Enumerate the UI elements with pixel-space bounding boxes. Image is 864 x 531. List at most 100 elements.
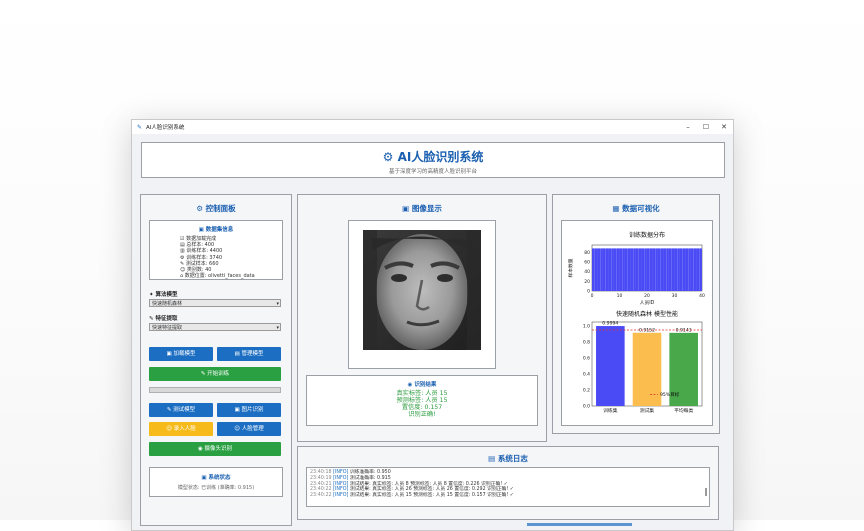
window-title: AI人脸识别系统 <box>146 125 185 131</box>
face-management-button[interactable]: ☺ 人脸管理 <box>217 422 281 436</box>
log-box[interactable]: 23:40:18 [INFO] 训练准确率: 0.950 23:40:19 [I… <box>306 467 710 507</box>
load-model-button[interactable]: ▣ 加载模型 <box>149 347 213 361</box>
chart1-bar <box>594 248 598 291</box>
chart1-ylabel: 样本数量 <box>567 258 574 277</box>
chart1-bar <box>614 248 617 291</box>
chart1-xtick: 20 <box>644 293 650 299</box>
image-frame <box>348 220 496 369</box>
chart1-bar <box>669 248 672 291</box>
chart2-ytick: 0.6 <box>583 356 590 362</box>
chart2-ytick: 1.0 <box>583 324 590 330</box>
chart1-bar <box>630 248 634 291</box>
chart1-bar <box>633 248 636 291</box>
chart-frame: 训练数据分布 0 10 20 30 40 0 20 40 60 80 人员ID 样本数量 快速随机森林 模… <box>561 220 713 426</box>
chart1-bar <box>658 248 661 291</box>
chart2-xtick: 平均每类 <box>674 407 693 414</box>
result-title: 识别结果 <box>414 382 437 388</box>
chart2-xtick: 测试集 <box>640 407 655 414</box>
chart2-value-label: 0.9994 <box>602 321 618 327</box>
chart1-bar <box>592 248 595 291</box>
result-verdict: 识别正确! <box>408 411 436 418</box>
close-button[interactable]: ✕ <box>715 120 733 134</box>
chart1-ytick: 40 <box>584 269 590 275</box>
chart1-xtick: 0 <box>591 293 594 299</box>
chart1-bar <box>644 248 647 291</box>
image-recognition-button[interactable]: ▣ 图片识别 <box>217 403 281 417</box>
chart1-bar <box>682 248 686 291</box>
chart2-value-label: 0.9143 <box>676 327 692 333</box>
image-panel-title: 图像显示 <box>411 204 442 213</box>
algorithm-select[interactable]: 快速随机森林 ▾ <box>149 299 281 307</box>
chart1-bar <box>636 248 639 291</box>
chart2-ytick: 0.4 <box>583 372 590 378</box>
chart1-bar <box>699 248 702 291</box>
image-icon: ▣ <box>402 204 410 213</box>
camera-recognition-button[interactable]: ◉ 摄像头识别 <box>149 442 281 456</box>
test-model-button[interactable]: ✎ 测试模型 <box>149 403 213 417</box>
feature-label: ✎ 特征提取 <box>149 316 178 322</box>
chart2-legend-label: 95%目标 <box>660 391 680 398</box>
app-subtitle: 基于深度学习的高精度人脸识别平台 <box>388 169 477 175</box>
feather-icon: ✎ <box>137 123 143 131</box>
chart1-xtick: 30 <box>672 293 678 299</box>
chart1-bar <box>688 248 691 291</box>
chart2-bar <box>632 332 662 406</box>
system-status-box: ▣ 系统状态 模型状态: 已训练 (准确率: 0.915) <box>149 467 283 497</box>
title-bar: ✎ AI人脸识别系统 – ☐ ✕ <box>132 120 733 134</box>
chart1-bar <box>685 248 689 291</box>
result-pred-label: 预测标签: 人员 15 <box>396 397 448 404</box>
search-icon: ✎ <box>149 316 154 322</box>
result-confidence: 置信度: 0.157 <box>401 404 443 411</box>
dataset-info-title: 数据集信息 <box>205 227 234 233</box>
control-panel: ⚙ 控制面板 ▣ 数据集信息 ☑ 数据加载完成 ▤ 总样本: 400 ▥ 训练样… <box>140 194 292 526</box>
monitor-icon: ▣ <box>201 475 207 481</box>
chart1-bar <box>608 248 612 291</box>
chart1-bar <box>674 248 678 291</box>
chart1-bar <box>641 248 645 291</box>
brain-icon: ✦ <box>149 292 154 298</box>
app-window: ✎ AI人脸识别系统 – ☐ ✕ ⚙ AI人脸识别系统 基于深度学习的高精度人脸… <box>131 119 734 531</box>
maximize-button[interactable]: ☐ <box>697 120 715 134</box>
model-status-text: 模型状态: 已训练 (准确率: 0.915) <box>177 485 255 491</box>
chart1-bar <box>680 248 683 291</box>
chart1-ytick: 60 <box>584 259 590 265</box>
chart1-xlabel: 人员ID <box>640 300 655 306</box>
app-header: ⚙ AI人脸识别系统 基于深度学习的高精度人脸识别平台 <box>141 142 725 178</box>
chevron-down-icon: ▾ <box>276 301 279 307</box>
start-training-button[interactable]: ✎ 开始训练 <box>149 367 281 381</box>
chart2-bar <box>596 326 625 406</box>
face-image <box>363 230 481 350</box>
app-title: AI人脸识别系统 <box>397 150 484 164</box>
log-panel-title: 系统日志 <box>497 454 528 463</box>
chart1-bar <box>691 248 694 291</box>
chart1-bar <box>597 248 601 291</box>
dataset-line: ⌂ 数据位置: olivetti_faces_data <box>180 273 255 280</box>
chart1-title: 训练数据分布 <box>629 231 665 239</box>
chart1-bar <box>663 248 667 291</box>
chart2-ytick: 0.8 <box>583 340 590 346</box>
chart1-bar <box>627 248 631 291</box>
chart1-bar <box>677 248 680 291</box>
gear-icon: ⚙ <box>196 204 204 213</box>
enroll-face-button[interactable]: ☺ 录入人脸 <box>149 422 213 436</box>
visualization-panel: ▦ 数据可视化 训练数据分布 0 10 20 30 40 0 20 40 60 80 人员ID 样本数量… <box>552 194 720 434</box>
log-scrollbar[interactable] <box>705 488 707 496</box>
chart1-bar <box>666 248 669 291</box>
chart1-bar <box>616 248 620 291</box>
result-box: ◉ 识别结果 真实标签: 人员 15 预测标签: 人员 15 置信度: 0.15… <box>306 375 538 426</box>
manage-model-button[interactable]: ▤ 管理模型 <box>217 347 281 361</box>
chart1-xtick: 40 <box>699 293 705 299</box>
chart1-bar <box>696 248 700 291</box>
chart1-ytick: 80 <box>584 250 590 256</box>
chart1-ytick: 20 <box>584 279 590 285</box>
chevron-down-icon: ▾ <box>276 325 279 331</box>
chart1-bar <box>611 248 614 291</box>
minimize-button[interactable]: – <box>679 120 697 134</box>
chart1-bar <box>652 248 656 291</box>
chart1-bar <box>603 248 606 291</box>
chart2-ytick: 0.2 <box>583 388 590 394</box>
chart2-ytick: 0.0 <box>583 404 590 410</box>
feature-select[interactable]: 快速特征提取 ▾ <box>149 323 281 331</box>
bottom-strip <box>527 523 632 526</box>
folder-icon: ▣ <box>198 227 204 233</box>
